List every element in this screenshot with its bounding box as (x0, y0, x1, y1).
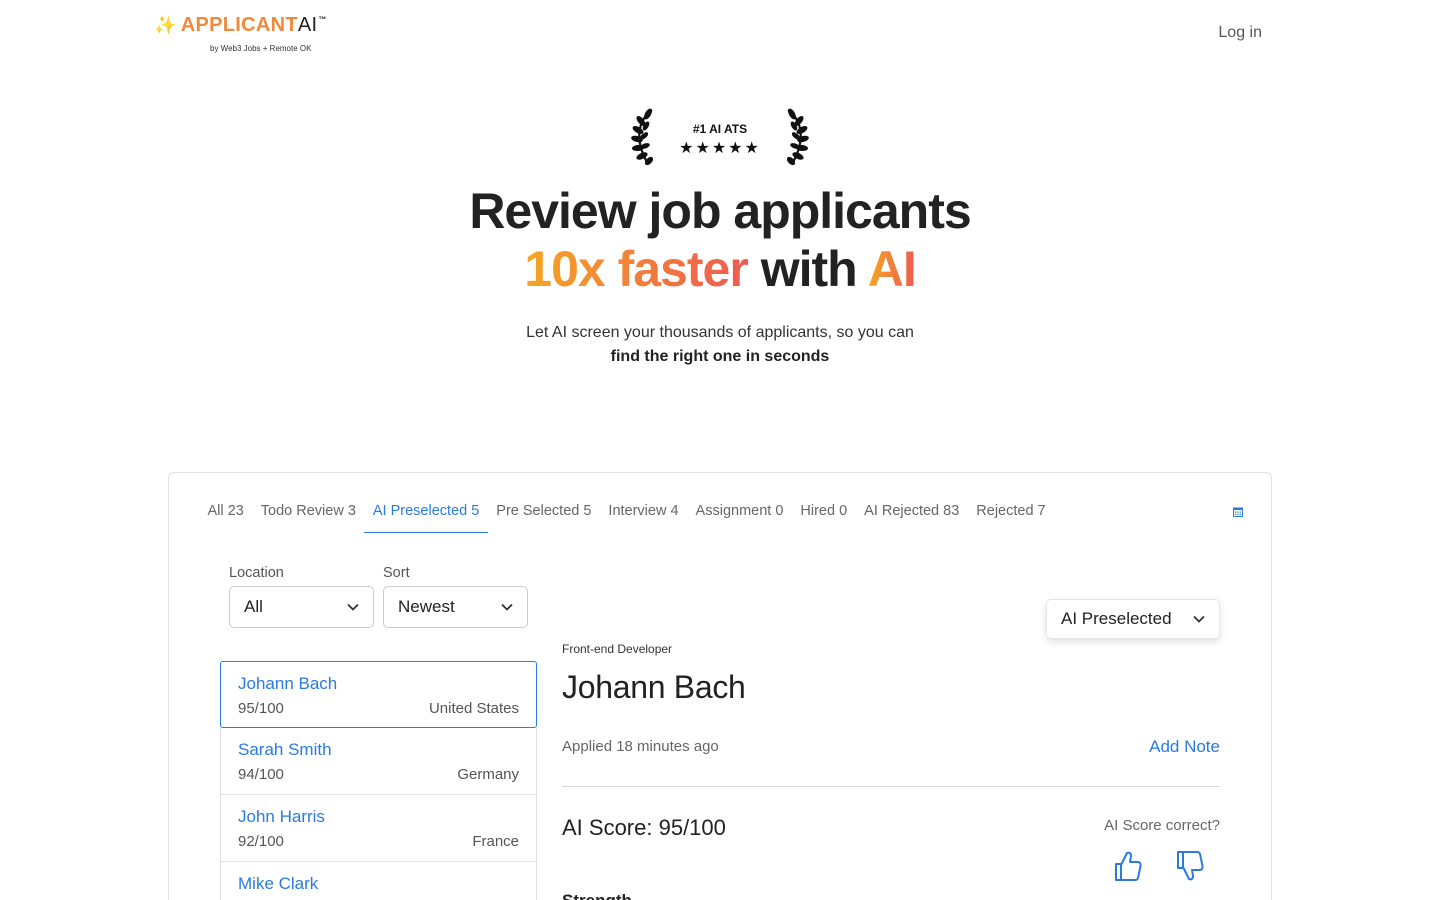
hero-subtitle: Let AI screen your thousands of applican… (526, 324, 914, 341)
location-value: All (244, 597, 263, 616)
login-link[interactable]: Log in (1218, 24, 1262, 42)
tab-todo-review[interactable]: Todo Review 3 (252, 503, 364, 533)
applicant-country: United States (428, 700, 519, 717)
sort-value: Newest (398, 597, 455, 616)
sort-select[interactable]: Newest (383, 586, 528, 628)
hero-highlight-speed: 10x faster (524, 241, 748, 297)
tab-ai-preselected[interactable]: AI Preselected 5 (364, 503, 488, 533)
status-select[interactable]: AI Preselected (1046, 599, 1220, 639)
list-item[interactable]: Johann Bach 95/100 United States (220, 661, 537, 728)
divider (562, 786, 1220, 787)
location-label: Location (229, 565, 284, 581)
location-select[interactable]: All (229, 586, 374, 628)
logo[interactable]: ✨ APPLICANT AI ™ by Web3 Jobs + Remote O… (154, 14, 327, 58)
logo-ai: AI (297, 14, 318, 36)
award-badge: #1 AI ATS ★★★★★ (626, 106, 814, 168)
list-item[interactable]: John Harris 92/100 France (220, 795, 537, 862)
applicant-country: Germany (457, 766, 519, 783)
applicant-country: France (472, 833, 519, 850)
ai-score-correct-label: AI Score correct? (1104, 817, 1220, 834)
logo-subtitle: by Web3 Jobs + Remote OK (210, 44, 312, 53)
chevron-down-icon (347, 603, 359, 611)
strength-heading: Strength (562, 891, 632, 900)
applied-time: Applied 18 minutes ago (562, 738, 719, 755)
ai-score: AI Score: 95/100 (562, 815, 726, 840)
laurel-right-icon (786, 108, 809, 166)
hero-highlight-ai: AI (867, 241, 917, 297)
hero-subtitle-bold: find the right one in seconds (610, 348, 830, 365)
tab-pre-selected[interactable]: Pre Selected 5 (488, 503, 600, 533)
applicant-name: John Harris (238, 807, 325, 826)
applicant-detail-name: Johann Bach (562, 669, 746, 705)
applicant-name: Johann Bach (238, 674, 338, 693)
logo-word: APPLICANT (180, 14, 298, 36)
calendar-icon[interactable] (1233, 507, 1243, 517)
tab-rejected[interactable]: Rejected 7 (968, 503, 1054, 533)
tab-all[interactable]: All 23 (199, 503, 252, 533)
tab-hired[interactable]: Hired 0 (792, 503, 856, 533)
tab-assignment[interactable]: Assignment 0 (687, 503, 792, 533)
hero-title-line2: 10x faster with AI (0, 240, 1440, 298)
hero-title-line1: Review job applicants (469, 183, 971, 239)
status-tabs: All 23 Todo Review 3 AI Preselected 5 Pr… (199, 503, 1054, 533)
applicant-name: Sarah Smith (238, 740, 332, 759)
applicant-score: 94/100 (238, 766, 284, 783)
tab-interview[interactable]: Interview 4 (600, 503, 687, 533)
applicant-score: 95/100 (238, 700, 284, 717)
applicant-list: Johann Bach 95/100 United States Sarah S… (220, 661, 537, 900)
applicant-score: 92/100 (238, 833, 284, 850)
chevron-down-icon (1193, 615, 1205, 623)
tab-ai-rejected[interactable]: AI Rejected 83 (856, 503, 968, 533)
thumbs-down-icon[interactable] (1175, 849, 1205, 883)
chevron-down-icon (501, 603, 513, 611)
list-item[interactable]: Mike Clark (220, 862, 537, 900)
applicant-name: Mike Clark (238, 874, 319, 893)
thumbs-up-icon[interactable] (1113, 849, 1143, 883)
demo-card: All 23 Todo Review 3 AI Preselected 5 Pr… (168, 472, 1272, 900)
status-value: AI Preselected (1061, 609, 1172, 628)
sparkle-icon: ✨ (154, 15, 177, 35)
sort-label: Sort (383, 565, 410, 581)
applicant-role: Front-end Developer (562, 642, 673, 656)
list-item[interactable]: Sarah Smith 94/100 Germany (220, 728, 537, 795)
laurel-left-icon (631, 108, 654, 166)
logo-trademark: ™ (318, 15, 327, 24)
hero-title-with: with (760, 241, 858, 297)
add-note-link[interactable]: Add Note (1149, 737, 1220, 757)
